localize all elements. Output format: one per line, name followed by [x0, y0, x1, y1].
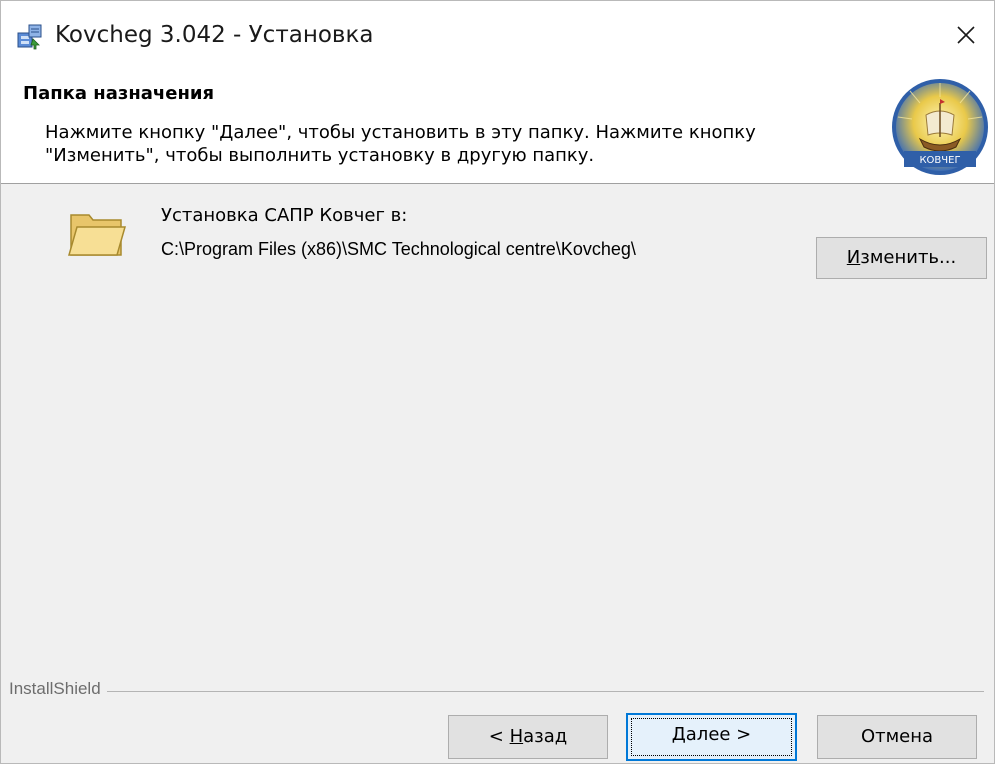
- installer-icon: [17, 24, 42, 50]
- install-location-label: Установка САПР Ковчег в:: [161, 205, 408, 226]
- cancel-button[interactable]: Отмена: [817, 715, 977, 759]
- change-folder-button[interactable]: Изменить...: [816, 237, 987, 279]
- window-title: Kovcheg 3.042 - Установка: [55, 22, 374, 48]
- kovcheg-logo: КОВЧЕГ: [892, 79, 988, 175]
- back-button-label: азад: [523, 726, 568, 747]
- logo-text: КОВЧЕГ: [919, 155, 960, 166]
- page-title: Папка назначения: [23, 83, 215, 104]
- footer-divider: [9, 691, 984, 692]
- installer-window: Kovcheg 3.042 - Установка Папка назначен…: [0, 0, 995, 764]
- back-button[interactable]: < Назад: [448, 715, 608, 759]
- header-banner: Папка назначения Нажмите кнопку "Далее",…: [1, 71, 994, 184]
- installshield-brand: InstallShield: [9, 679, 107, 699]
- next-button[interactable]: Далее >: [626, 713, 797, 761]
- back-button-accel: Н: [509, 726, 524, 747]
- folder-icon: [68, 214, 126, 256]
- install-path: C:\Program Files (x86)\SMC Technological…: [161, 239, 636, 259]
- back-button-prefix: <: [488, 726, 510, 747]
- change-button-label: зменить...: [860, 247, 957, 268]
- focus-ring: [631, 718, 792, 756]
- title-bar: Kovcheg 3.042 - Установка: [1, 1, 994, 71]
- close-icon[interactable]: [946, 15, 986, 55]
- change-button-accel: И: [846, 247, 861, 268]
- page-description: Нажмите кнопку "Далее", чтобы установить…: [45, 122, 756, 166]
